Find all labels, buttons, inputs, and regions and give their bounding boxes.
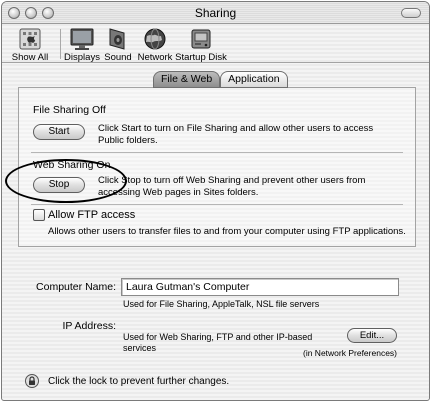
apple-grid-icon (19, 28, 41, 50)
lock-text: Click the lock to prevent further change… (48, 376, 230, 387)
file-sharing-description: Click Start to turn on File Sharing and … (98, 123, 374, 146)
window-title: Sharing (194, 6, 237, 20)
toolbar-toggle-button[interactable] (401, 8, 421, 18)
toolbar-label: Show All (11, 52, 49, 63)
stop-web-sharing-button[interactable]: Stop (33, 177, 85, 193)
toolbar-label: Network (137, 52, 173, 63)
toolbar-label: Displays (64, 52, 100, 63)
sharing-window: Sharing Show All Displays Sound Network … (1, 1, 430, 401)
toolbar-startup-disk[interactable]: Startup Disk (175, 27, 227, 63)
toolbar-sound[interactable]: Sound (103, 27, 133, 63)
toolbar-displays[interactable]: Displays (64, 27, 100, 63)
edit-ip-button[interactable]: Edit... (347, 328, 397, 343)
title-bar: Sharing (2, 2, 429, 24)
display-monitor-icon (70, 28, 94, 50)
computer-name-note: Used for File Sharing, AppleTalk, NSL fi… (123, 299, 320, 309)
lock-button[interactable] (25, 374, 39, 388)
toolbar-network[interactable]: Network (137, 27, 173, 63)
lock-icon (25, 374, 39, 388)
web-sharing-status: Web Sharing On (33, 159, 111, 171)
toolbar-label: Sound (104, 52, 132, 63)
divider (31, 204, 403, 205)
hard-disk-icon (191, 29, 211, 49)
toolbar-show-all[interactable]: Show All (8, 27, 52, 63)
divider (31, 152, 403, 153)
computer-name-label: Computer Name: (36, 281, 116, 293)
start-file-sharing-button[interactable]: Start (33, 124, 85, 140)
toolbar-label: Startup Disk (175, 52, 227, 63)
ip-address-label: IP Address: (62, 320, 116, 332)
preferences-toolbar: Show All Displays Sound Network Startup … (2, 25, 429, 63)
toolbar-separator (60, 29, 61, 59)
ftp-description: Allows other users to transfer files to … (48, 226, 406, 237)
tab-bar: File & Web Application (153, 71, 288, 88)
tab-file-and-web[interactable]: File & Web (153, 71, 221, 88)
edit-ip-note: (in Network Preferences) (303, 348, 398, 358)
allow-ftp-label[interactable]: Allow FTP access (48, 209, 135, 221)
ip-address-note: Used for Web Sharing, FTP and other IP-b… (123, 332, 313, 353)
tab-application[interactable]: Application (220, 71, 288, 88)
allow-ftp-checkbox[interactable] (33, 209, 45, 221)
web-sharing-description: Click Stop to turn off Web Sharing and p… (98, 175, 366, 198)
globe-icon (144, 28, 166, 50)
file-sharing-status: File Sharing Off (33, 104, 106, 116)
computer-name-field[interactable]: Laura Gutman's Computer (121, 278, 399, 296)
speaker-icon (109, 28, 125, 50)
